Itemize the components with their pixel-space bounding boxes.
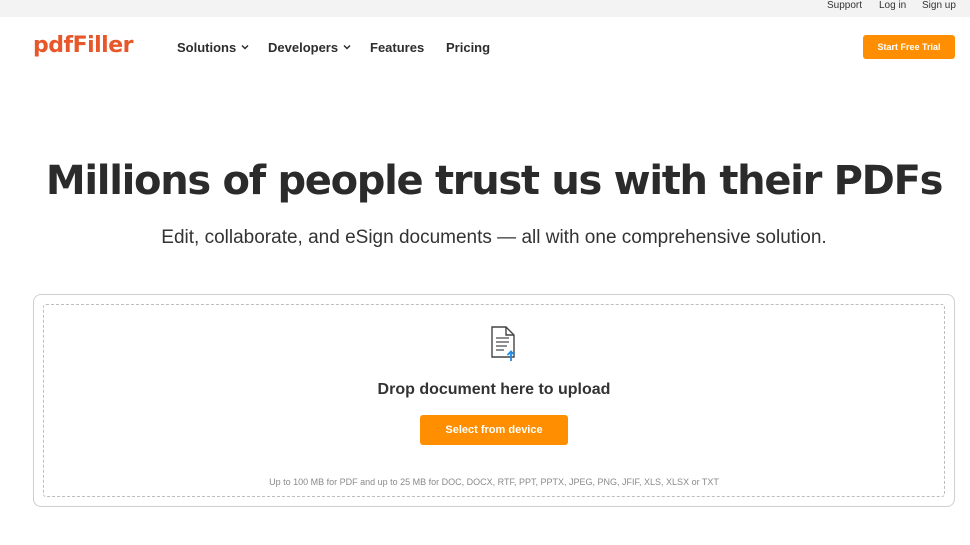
- upload-dropzone[interactable]: Drop document here to upload Select from…: [43, 304, 945, 497]
- support-link[interactable]: Support: [827, 0, 862, 12]
- nav-features[interactable]: Features: [370, 40, 424, 55]
- pdffiller-logo[interactable]: pdfFiller: [33, 33, 134, 59]
- drop-document-label: Drop document here to upload: [377, 381, 611, 398]
- nav-developers-label: Developers: [268, 40, 339, 55]
- upload-panel: Drop document here to upload Select from…: [33, 294, 955, 507]
- chevron-down-icon: [241, 44, 249, 50]
- upload-limits-note: Up to 100 MB for PDF and up to 25 MB for…: [269, 477, 719, 487]
- signup-link[interactable]: Sign up: [922, 0, 956, 12]
- top-utility-bar: Support Log in Sign up: [0, 0, 970, 17]
- login-link[interactable]: Log in: [879, 0, 906, 12]
- select-from-device-button[interactable]: Select from device: [420, 415, 568, 445]
- nav-developers[interactable]: Developers: [268, 40, 351, 55]
- chevron-down-icon: [343, 44, 351, 50]
- nav-pricing[interactable]: Pricing: [446, 40, 490, 55]
- start-free-trial-button[interactable]: Start Free Trial: [863, 35, 955, 59]
- hero-title: Millions of people trust us with their P…: [45, 158, 944, 204]
- nav-solutions-label: Solutions: [177, 40, 237, 55]
- document-upload-icon: [491, 326, 516, 361]
- nav-solutions[interactable]: Solutions: [177, 40, 249, 55]
- hero-subtitle: Edit, collaborate, and eSign documents —…: [161, 227, 827, 248]
